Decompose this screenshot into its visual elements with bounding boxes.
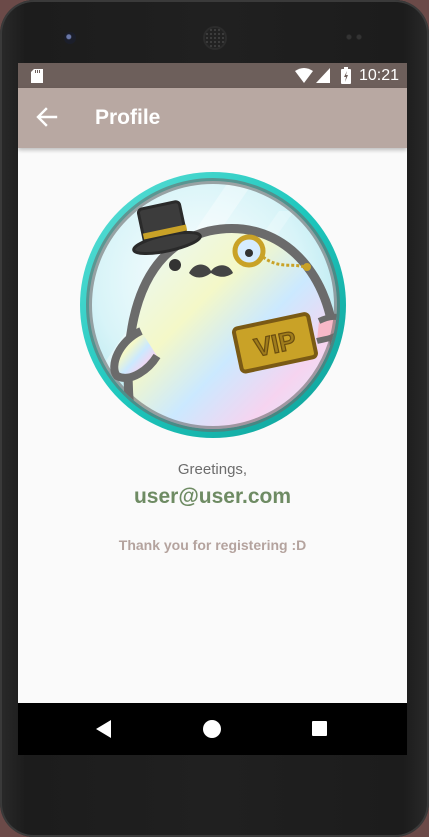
app-bar: Profile — [18, 88, 407, 148]
phone-frame: 10:21 Profile VIP Greetings, user@user.c… — [0, 0, 429, 837]
nav-home-icon[interactable] — [203, 720, 221, 738]
sensor — [344, 34, 364, 40]
battery-icon — [341, 67, 351, 84]
status-clock: 10:21 — [359, 67, 400, 84]
status-bar: 10:21 — [18, 63, 407, 88]
nav-back-icon[interactable] — [96, 720, 112, 738]
arrow-left-icon[interactable] — [36, 106, 58, 128]
page-title: Profile — [95, 106, 161, 129]
greeting-text: Greetings, — [177, 461, 248, 478]
penguin-vip-avatar: VIP — [80, 172, 346, 438]
avatar: VIP — [79, 171, 347, 439]
thank-you-message: Thank you for registering :D — [118, 537, 307, 553]
signal-icon — [316, 68, 330, 83]
wifi-icon — [295, 68, 313, 83]
nav-recents-icon[interactable] — [312, 721, 327, 736]
user-email: user@user.com — [133, 485, 292, 508]
front-camera — [64, 32, 76, 44]
navigation-bar — [18, 703, 407, 755]
screen: 10:21 Profile VIP Greetings, user@user.c… — [18, 63, 407, 755]
sd-card-icon — [31, 69, 43, 83]
speaker-grill — [203, 26, 227, 50]
